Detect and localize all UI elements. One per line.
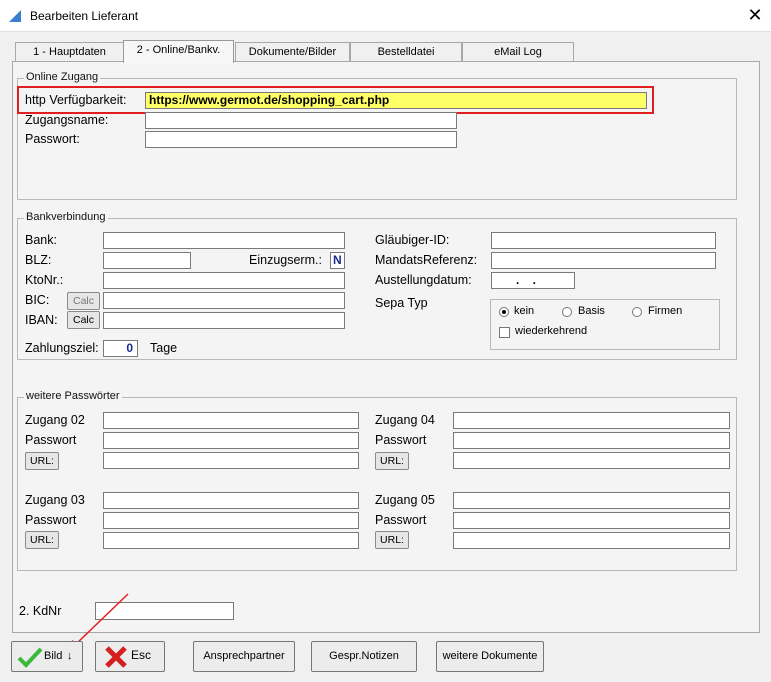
wiederkehrend-label: wiederkehrend bbox=[515, 325, 588, 337]
tab-online-bankv[interactable]: 2 - Online/Bankv. bbox=[123, 40, 234, 63]
zugang02-url-field[interactable] bbox=[103, 452, 359, 469]
zahlungsziel-field[interactable]: 0 bbox=[103, 340, 138, 357]
sepa-radio-kein[interactable] bbox=[499, 307, 509, 317]
einzug-label: Einzugserm.: bbox=[249, 253, 322, 267]
zugang05-url-button[interactable]: URL: bbox=[375, 531, 409, 549]
zugang02-passwort-field[interactable] bbox=[103, 432, 359, 449]
bank-label: Bank: bbox=[25, 233, 57, 247]
wiederkehrend-checkbox[interactable] bbox=[499, 327, 510, 338]
http-label: http Verfügbarkeit: bbox=[25, 93, 127, 107]
glaeubiger-field[interactable] bbox=[491, 232, 716, 249]
weitere-passwoerter-legend: weitere Passwörter bbox=[24, 390, 122, 402]
tab-email-log[interactable]: eMail Log bbox=[462, 42, 574, 62]
zugang02-passwort-label: Passwort bbox=[25, 433, 77, 447]
bank-field[interactable] bbox=[103, 232, 345, 249]
sepa-radio-firmen[interactable] bbox=[632, 307, 642, 317]
zugang04-passwort-label: Passwort bbox=[375, 433, 427, 447]
iban-label: IBAN: bbox=[25, 313, 58, 327]
weitere-dokumente-button[interactable]: weitere Dokumente bbox=[436, 641, 544, 672]
sepa-option-firmen: Firmen bbox=[648, 305, 683, 317]
passwort-label: Passwort: bbox=[25, 132, 80, 146]
zugang04-passwort-field[interactable] bbox=[453, 432, 730, 449]
zugang03-passwort-label: Passwort bbox=[25, 513, 77, 527]
zugang04-url-button[interactable]: URL: bbox=[375, 452, 409, 470]
zahlungsziel-label: Zahlungsziel: bbox=[25, 341, 99, 355]
bild-label: Bild bbox=[44, 650, 63, 662]
http-field[interactable]: https://www.germot.de/shopping_cart.php bbox=[145, 92, 647, 109]
bankverbindung-legend: Bankverbindung bbox=[24, 211, 108, 223]
zugang04-field[interactable] bbox=[453, 412, 730, 429]
zugang03-label: Zugang 03 bbox=[25, 493, 85, 507]
sepa-label: Sepa Typ bbox=[375, 296, 428, 310]
zugang05-label: Zugang 05 bbox=[375, 493, 435, 507]
zugang02-url-button[interactable]: URL: bbox=[25, 452, 59, 470]
sepa-radio-basis[interactable] bbox=[562, 307, 572, 317]
app-icon bbox=[9, 10, 21, 22]
zugang05-field[interactable] bbox=[453, 492, 730, 509]
zugang05-passwort-field[interactable] bbox=[453, 512, 730, 529]
zugang04-label: Zugang 04 bbox=[375, 413, 435, 427]
checkmark-icon bbox=[17, 647, 43, 668]
iban-field[interactable] bbox=[103, 312, 345, 329]
tab-dokumente-bilder[interactable]: Dokumente/Bilder bbox=[235, 42, 350, 62]
esc-label: Esc bbox=[131, 648, 152, 662]
blz-label: BLZ: bbox=[25, 253, 52, 267]
red-x-icon bbox=[105, 646, 127, 668]
zugangsname-field[interactable] bbox=[145, 112, 457, 129]
online-zugang-legend: Online Zugang bbox=[24, 71, 101, 83]
iban-calc-button[interactable]: Calc bbox=[67, 311, 100, 329]
blz-field[interactable] bbox=[103, 252, 191, 269]
mandats-field[interactable] bbox=[491, 252, 716, 269]
tage-label: Tage bbox=[150, 341, 178, 355]
mandats-label: MandatsReferenz: bbox=[375, 253, 478, 267]
title-bar: Bearbeiten Lieferant ✕ bbox=[0, 0, 771, 32]
bic-calc-button[interactable]: Calc bbox=[67, 292, 100, 310]
kto-label: KtoNr.: bbox=[25, 273, 64, 287]
window-title: Bearbeiten Lieferant bbox=[30, 9, 139, 23]
zugang03-url-field[interactable] bbox=[103, 532, 359, 549]
close-icon[interactable]: ✕ bbox=[745, 5, 765, 25]
zugang03-passwort-field[interactable] bbox=[103, 512, 359, 529]
einzug-field[interactable]: N bbox=[330, 252, 345, 269]
sepa-option-basis: Basis bbox=[578, 305, 605, 317]
tab-hauptdaten[interactable]: 1 - Hauptdaten bbox=[15, 42, 124, 62]
tab-bestelldatei[interactable]: Bestelldatei bbox=[350, 42, 462, 62]
gespr-notizen-button[interactable]: Gespr.Notizen bbox=[311, 641, 417, 672]
kto-field[interactable] bbox=[103, 272, 345, 289]
glaeubiger-label: Gläubiger-ID: bbox=[375, 233, 450, 247]
ausstellung-field[interactable]: . . bbox=[491, 272, 575, 289]
esc-button[interactable]: Esc bbox=[95, 641, 165, 672]
arrow-down-icon: ↓ bbox=[67, 650, 73, 662]
zugang04-url-field[interactable] bbox=[453, 452, 730, 469]
zugangsname-label: Zugangsname: bbox=[25, 113, 109, 127]
zugang03-field[interactable] bbox=[103, 492, 359, 509]
sepa-option-kein: kein bbox=[514, 305, 535, 317]
ansprechpartner-button[interactable]: Ansprechpartner bbox=[193, 641, 295, 672]
zugang05-url-field[interactable] bbox=[453, 532, 730, 549]
zugang03-url-button[interactable]: URL: bbox=[25, 531, 59, 549]
zugang05-passwort-label: Passwort bbox=[375, 513, 427, 527]
passwort-field[interactable] bbox=[145, 131, 457, 148]
bic-label: BIC: bbox=[25, 293, 50, 307]
bic-field[interactable] bbox=[103, 292, 345, 309]
zugang02-field[interactable] bbox=[103, 412, 359, 429]
bild-button[interactable]: Bild ↓ bbox=[11, 641, 83, 672]
zugang02-label: Zugang 02 bbox=[25, 413, 85, 427]
kdnr-label: 2. KdNr bbox=[19, 604, 62, 618]
ausstellung-label: Austellungdatum: bbox=[375, 273, 472, 287]
